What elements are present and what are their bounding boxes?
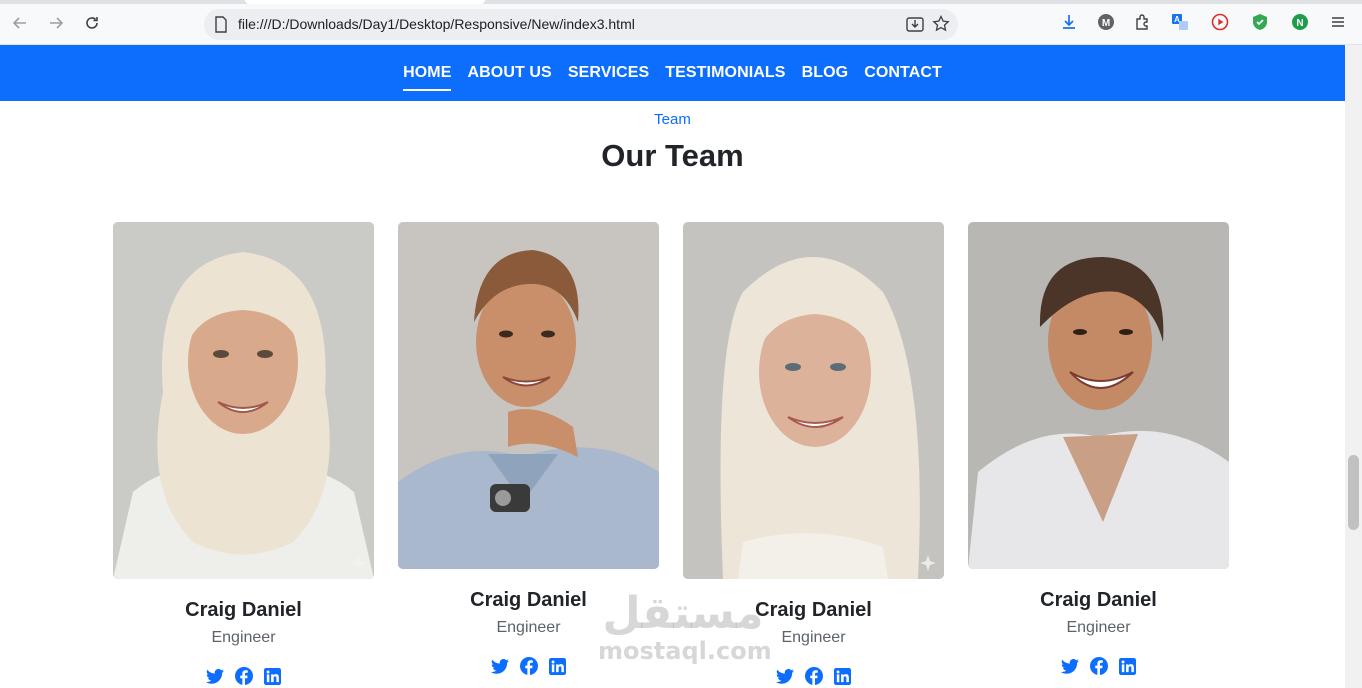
sparkle-icon <box>920 555 936 571</box>
facebook-icon[interactable] <box>519 657 538 675</box>
svg-text:M: M <box>1102 18 1110 29</box>
facebook-icon[interactable] <box>1089 657 1108 675</box>
linkedin-icon[interactable] <box>264 667 282 685</box>
menu-icon[interactable] <box>1328 12 1348 32</box>
twitter-icon[interactable] <box>490 657 509 675</box>
member-role: Engineer <box>496 619 561 636</box>
section-title: Our Team <box>601 138 744 173</box>
nav-blog[interactable]: BLOG <box>794 64 857 82</box>
browser-toolbar: file:///D:/Downloads/Day1/Desktop/Respon… <box>0 0 1362 45</box>
back-button[interactable] <box>8 11 32 35</box>
team-photo-woman-hijab <box>683 222 944 579</box>
site-navbar: HOME ABOUT US SERVICES TESTIMONIALS BLOG… <box>0 45 1345 101</box>
arrow-right-icon <box>50 17 64 29</box>
team-photo-man-laughing <box>968 222 1229 569</box>
page-icon <box>214 16 228 38</box>
social-links <box>398 657 659 675</box>
shield-icon[interactable] <box>1250 12 1270 32</box>
nav-contact[interactable]: CONTACT <box>856 64 950 82</box>
address-bar[interactable]: file:///D:/Downloads/Day1/Desktop/Respon… <box>204 9 958 40</box>
translate-icon[interactable]: A <box>1170 12 1190 32</box>
member-role: Engineer <box>211 629 276 646</box>
install-icon[interactable] <box>906 16 924 38</box>
twitter-icon[interactable] <box>1060 657 1079 675</box>
linkedin-icon[interactable] <box>1119 657 1137 675</box>
social-links <box>968 657 1229 675</box>
nav-about-us[interactable]: ABOUT US <box>459 64 559 82</box>
member-name: Craig Daniel <box>755 599 872 621</box>
member-role: Engineer <box>1066 619 1131 636</box>
extensions-puzzle-icon[interactable] <box>1133 12 1153 32</box>
nav-home[interactable]: HOME <box>395 64 459 91</box>
social-links <box>113 667 374 685</box>
section-subtitle: Team <box>654 111 691 128</box>
active-tab-edge <box>245 0 485 4</box>
nav-testimonials[interactable]: TESTIMONIALS <box>657 64 793 82</box>
member-name: Craig Daniel <box>470 589 587 611</box>
member-name: Craig Daniel <box>1040 589 1157 611</box>
arrow-left-icon <box>12 17 26 29</box>
video-play-icon[interactable] <box>1210 12 1230 32</box>
team-card: Craig Daniel Engineer <box>683 222 944 685</box>
url-text: file:///D:/Downloads/Day1/Desktop/Respon… <box>238 16 635 32</box>
twitter-icon[interactable] <box>205 667 224 685</box>
svg-text:N: N <box>1296 18 1303 29</box>
linkedin-icon[interactable] <box>834 667 852 685</box>
linkedin-icon[interactable] <box>549 657 567 675</box>
downloads-icon[interactable] <box>1059 12 1079 32</box>
extension-m-icon[interactable]: M <box>1096 12 1116 32</box>
facebook-icon[interactable] <box>234 667 253 685</box>
node-n-icon[interactable]: N <box>1290 12 1310 32</box>
twitter-icon[interactable] <box>775 667 794 685</box>
tab-strip <box>0 0 1362 4</box>
team-card: Craig Daniel Engineer <box>968 222 1229 675</box>
nav-services[interactable]: SERVICES <box>560 64 657 82</box>
team-card: Craig Daniel Engineer <box>398 222 659 675</box>
member-name: Craig Daniel <box>185 599 302 621</box>
team-photo-woman-hijab <box>113 222 374 579</box>
reload-button[interactable] <box>80 11 104 35</box>
team-card: Craig Daniel Engineer <box>113 222 374 685</box>
page-scrollbar[interactable] <box>1345 45 1362 688</box>
forward-button[interactable] <box>44 11 68 35</box>
reload-icon <box>86 17 98 29</box>
scrollbar-thumb[interactable] <box>1348 455 1359 530</box>
sparkle-icon <box>350 555 366 571</box>
facebook-icon[interactable] <box>804 667 823 685</box>
bookmark-star-icon[interactable] <box>932 14 950 38</box>
social-links <box>683 667 944 685</box>
member-role: Engineer <box>781 629 846 646</box>
team-photo-man-smiling <box>398 222 659 569</box>
